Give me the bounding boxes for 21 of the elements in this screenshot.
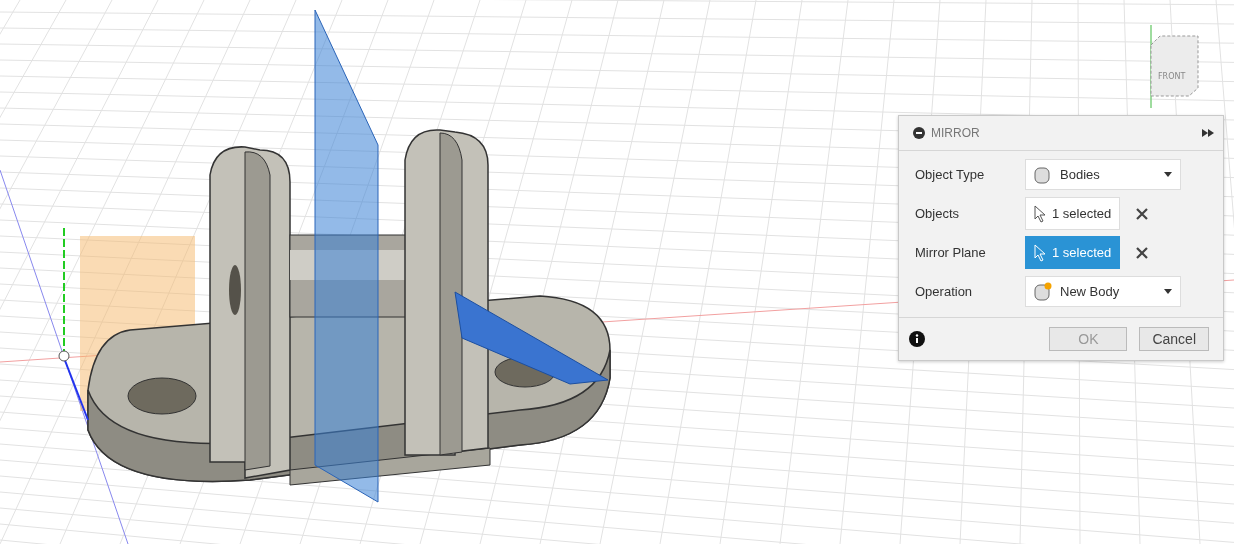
expand-icon[interactable]	[1202, 129, 1215, 137]
caret-icon	[1164, 289, 1172, 294]
body-icon	[1034, 164, 1052, 185]
dialog-title: MIRROR	[931, 126, 981, 140]
selection-button[interactable]: 1 selected	[1025, 197, 1121, 230]
clear-button[interactable]	[1136, 207, 1149, 220]
new-body-icon	[1034, 281, 1052, 302]
field-label: Object Type	[915, 167, 986, 182]
cursor-icon	[1034, 204, 1046, 223]
dialog-button[interactable]: Cancel	[1139, 327, 1209, 351]
collapse-icon[interactable]	[913, 127, 925, 139]
field-label: Mirror Plane	[915, 245, 987, 260]
dropdown[interactable]: New Body	[1025, 276, 1181, 307]
field-label: Objects	[915, 206, 961, 221]
cursor-icon	[1034, 243, 1046, 262]
axis-triad-icon	[58, 227, 89, 421]
field-label: Operation	[915, 284, 974, 299]
info-icon[interactable]	[909, 331, 925, 347]
caret-icon	[1164, 172, 1172, 177]
clear-button[interactable]	[1136, 246, 1149, 259]
dropdown[interactable]: Bodies	[1025, 159, 1181, 190]
